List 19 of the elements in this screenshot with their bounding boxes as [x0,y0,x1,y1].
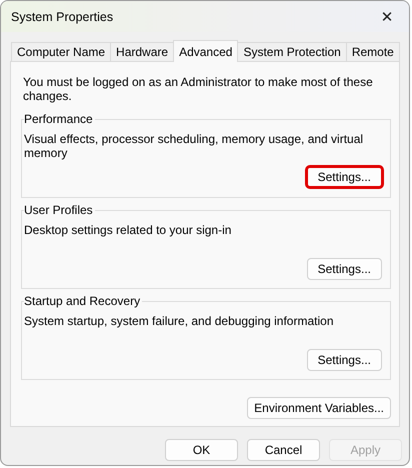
tab[interactable]: Computer Name [11,42,112,61]
settings-button[interactable]: Settings... [306,258,382,280]
group-description: Desktop settings related to your sign-in [24,223,232,237]
window-title: System Properties [11,10,114,24]
tab[interactable]: System Protection [237,42,347,61]
notice-text: You must be logged on as an Administrator to make most of these changes. [23,75,374,103]
group-title: Startup and Recovery [24,294,142,308]
dialog-button[interactable]: OK [165,439,238,461]
environment-variables-button[interactable]: Environment Variables... [247,397,391,419]
close-button[interactable]: ✕ [365,1,409,32]
group-title: Performance [24,112,95,126]
settings-button[interactable]: Settings... [304,165,384,189]
settings-button[interactable]: Settings... [306,349,382,371]
tab[interactable]: Advanced [173,40,238,62]
group-description: Visual effects, processor scheduling, memory usage, and virtual memory [24,132,364,160]
dialog-button[interactable]: Cancel [247,439,320,461]
group-description: System startup, system failure, and debugging information [24,314,334,328]
tab[interactable]: Remote [346,42,400,61]
group-title: User Profiles [24,203,95,217]
